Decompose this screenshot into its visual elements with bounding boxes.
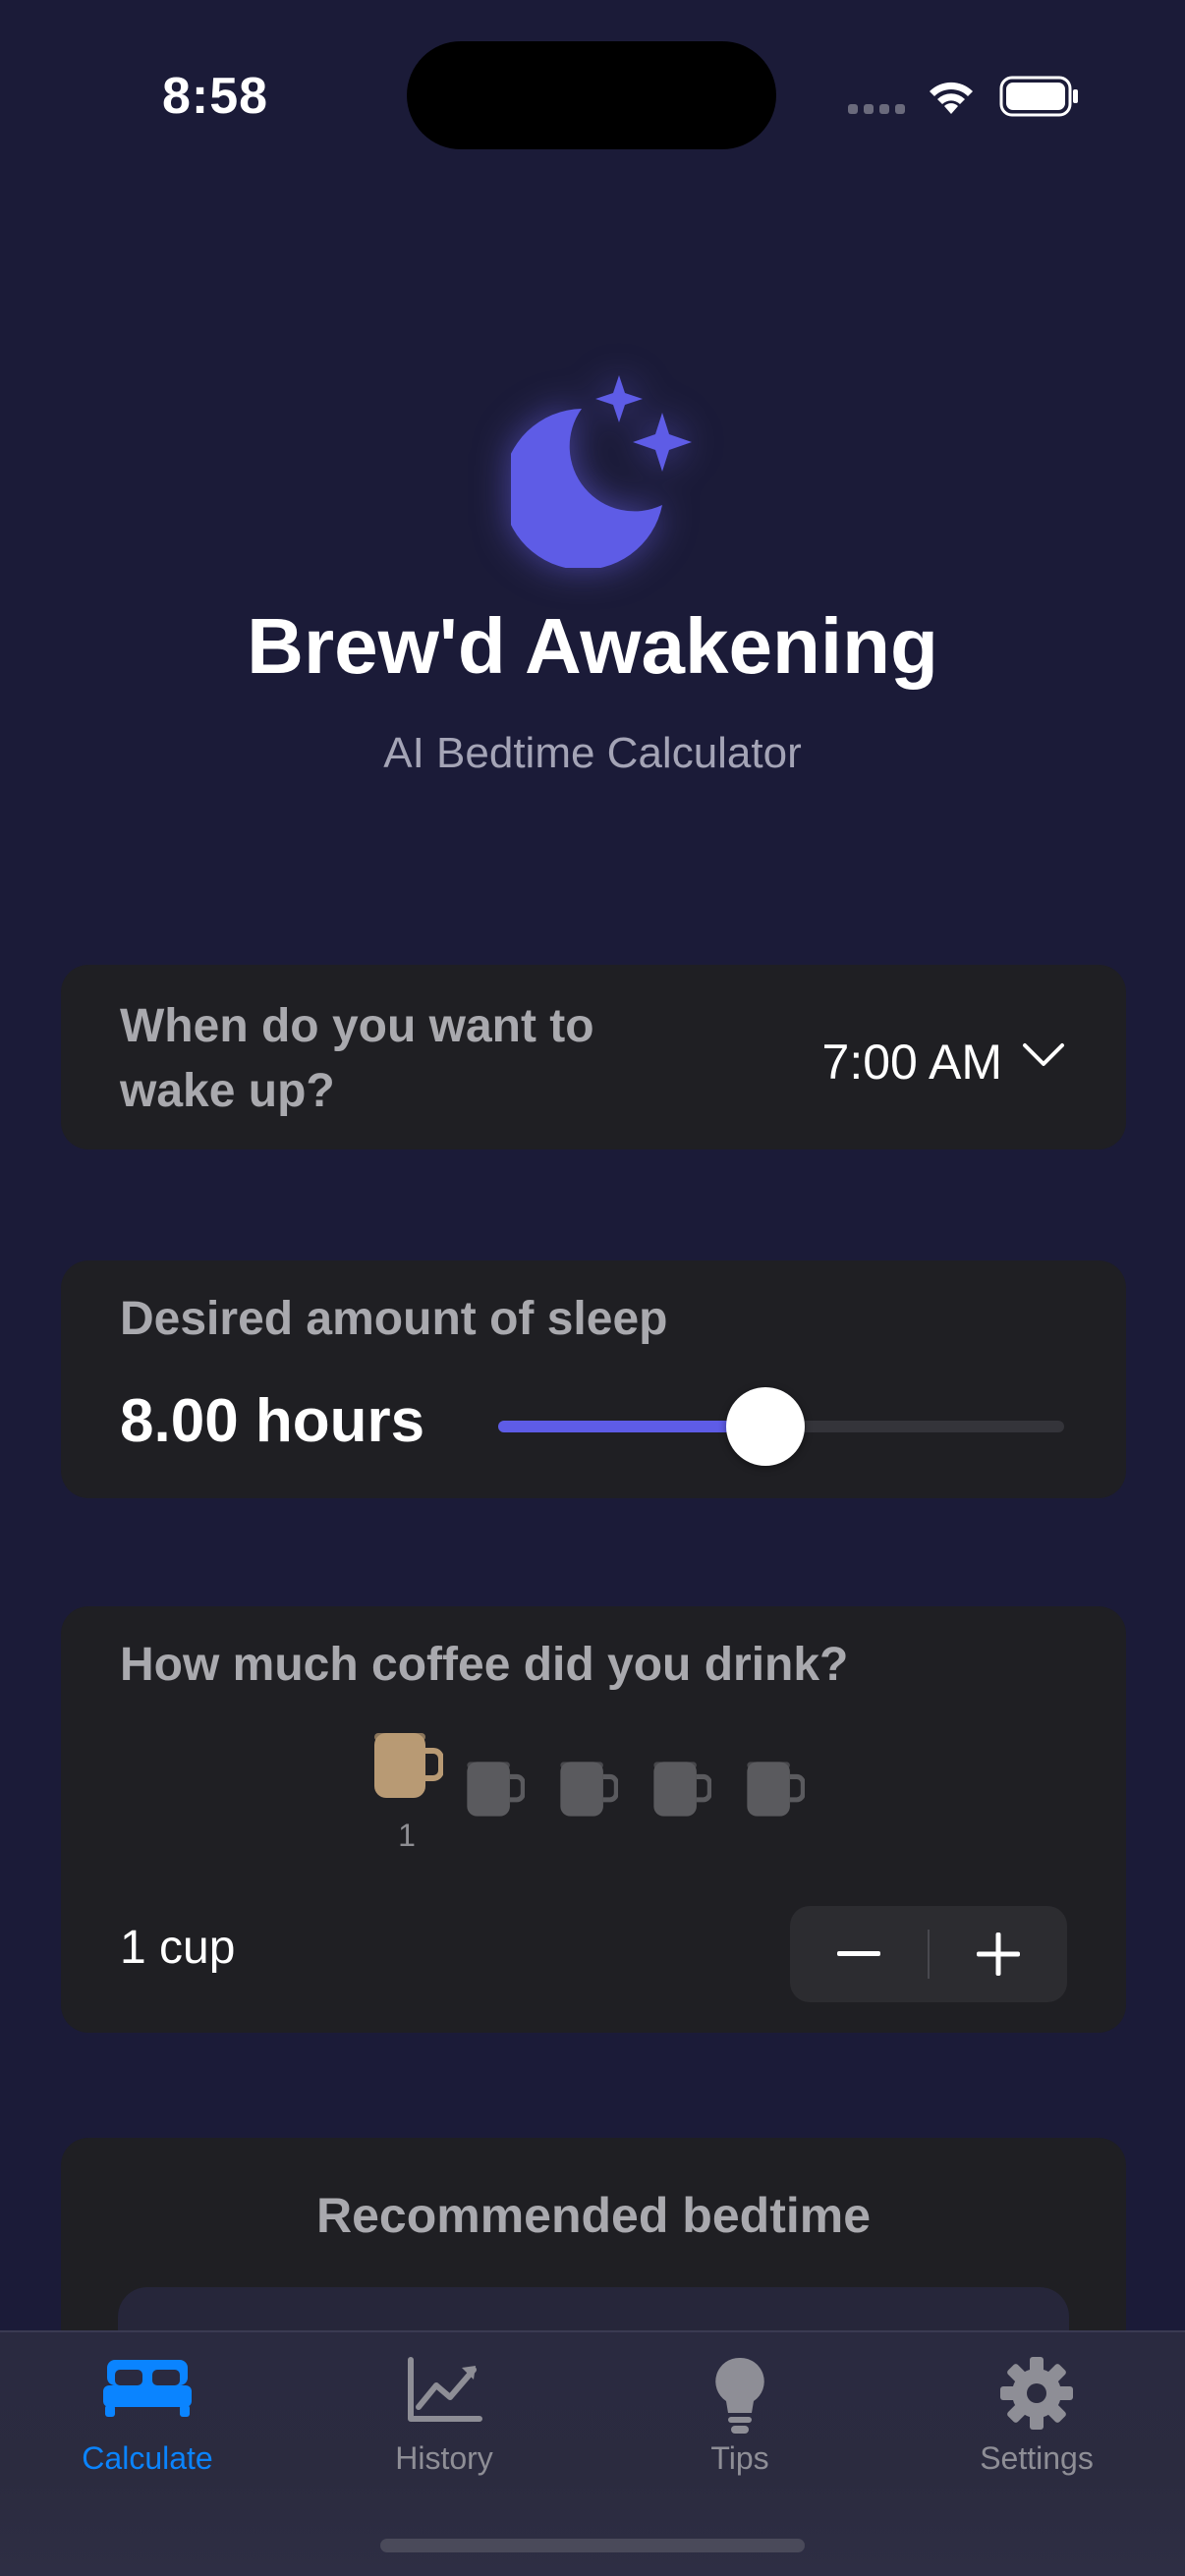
wifi-icon — [930, 82, 973, 114]
coffee-mug-icon[interactable] — [650, 1759, 711, 1820]
tab-history[interactable]: History — [316, 2332, 572, 2499]
minus-icon — [837, 1951, 880, 1956]
app-subtitle: AI Bedtime Calculator — [383, 729, 802, 777]
battery-icon — [999, 76, 1078, 117]
tab-calculate-label: Calculate — [82, 2440, 213, 2476]
coffee-label: How much coffee did you drink? — [120, 1639, 849, 1691]
cup-count: 1 cup — [120, 1922, 236, 1974]
coffee-mug-icon[interactable] — [744, 1759, 805, 1820]
home-indicator — [380, 2539, 805, 2552]
tab-tips-label: Tips — [710, 2440, 769, 2476]
sleep-amount-card: Desired amount of sleep 8.00 hours — [61, 1260, 1126, 1498]
wake-time-label: When do you want to wake up? — [120, 1000, 594, 1117]
coffee-card: How much coffee did you drink? 1 1 cup — [61, 1606, 1126, 2033]
tab-calculate[interactable]: Calculate — [20, 2332, 275, 2499]
moon-stars-icon — [511, 375, 692, 568]
plus-icon — [977, 1932, 1020, 1976]
sleep-slider[interactable] — [498, 1387, 1064, 1466]
tab-settings-label: Settings — [980, 2440, 1094, 2476]
cup-stepper[interactable] — [790, 1906, 1067, 2002]
bedtime-title: Recommended bedtime — [315, 2188, 871, 2243]
increment-button[interactable] — [930, 1906, 1067, 2002]
coffee-mug-row: 1 — [370, 1729, 842, 1853]
gear-icon — [1000, 2357, 1073, 2430]
tab-history-label: History — [395, 2440, 493, 2476]
decrement-button[interactable] — [790, 1906, 928, 2002]
mug-count-caption: 1 — [398, 1818, 416, 1853]
coffee-mug-icon[interactable] — [557, 1759, 618, 1820]
chevron-down-icon[interactable] — [1022, 1041, 1065, 1069]
tab-settings[interactable]: Settings — [909, 2332, 1164, 2499]
wake-time-picker[interactable]: 7:00 AM — [822, 1034, 1002, 1091]
bed-icon — [103, 2360, 192, 2417]
tab-tips[interactable]: Tips — [612, 2332, 868, 2499]
sleep-amount-value: 8.00 hours — [120, 1387, 425, 1455]
wake-time-card: When do you want to wake up? 7:00 AM — [61, 965, 1126, 1149]
chart-line-icon — [408, 2357, 482, 2422]
cellular-signal-icon — [848, 104, 905, 114]
dynamic-island — [407, 41, 776, 149]
app-title: Brew'd Awakening — [247, 602, 938, 690]
lightbulb-icon — [715, 2357, 764, 2434]
coffee-mug-selected-icon[interactable] — [370, 1729, 443, 1802]
coffee-mug-icon[interactable] — [464, 1759, 525, 1820]
sleep-slider-thumb[interactable] — [726, 1387, 805, 1466]
status-time: 8:58 — [162, 68, 269, 125]
sleep-amount-label: Desired amount of sleep — [120, 1293, 668, 1345]
